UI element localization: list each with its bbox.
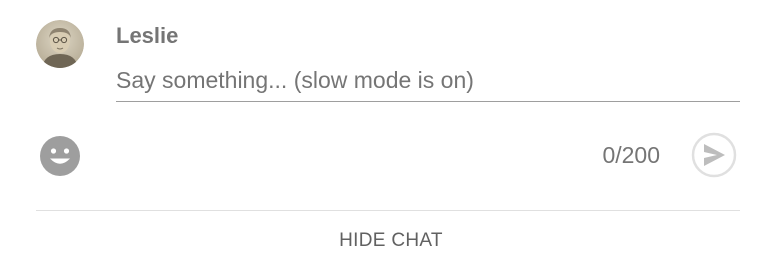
author-name: Leslie	[116, 23, 179, 48]
smiley-face-icon	[40, 136, 80, 176]
chat-message-input[interactable]	[116, 60, 740, 102]
character-counter: 0/200	[602, 142, 660, 168]
emoji-button[interactable]	[38, 134, 82, 178]
send-arrow-icon	[691, 132, 737, 178]
footer-divider	[36, 210, 740, 211]
send-button[interactable]	[691, 132, 737, 178]
avatar	[36, 20, 84, 68]
author-photo	[36, 20, 84, 68]
hide-chat-label: HIDE CHAT	[339, 230, 443, 251]
hide-chat-button[interactable]: HIDE CHAT	[0, 222, 782, 260]
